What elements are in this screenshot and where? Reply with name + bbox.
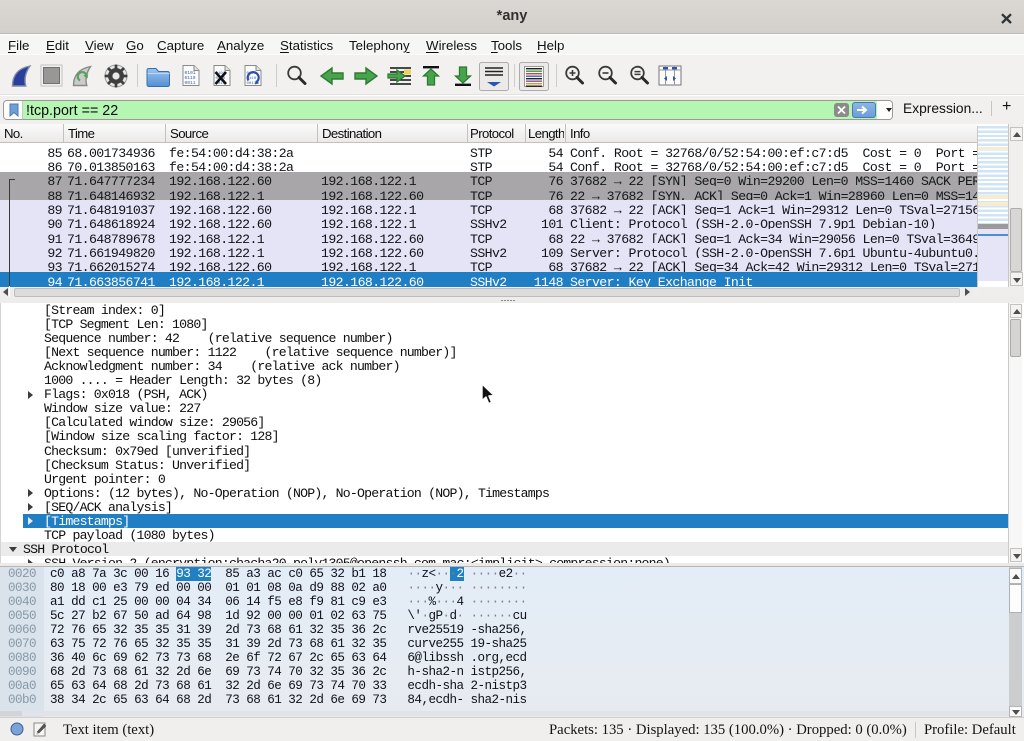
- svg-text:0011: 0011: [185, 80, 196, 86]
